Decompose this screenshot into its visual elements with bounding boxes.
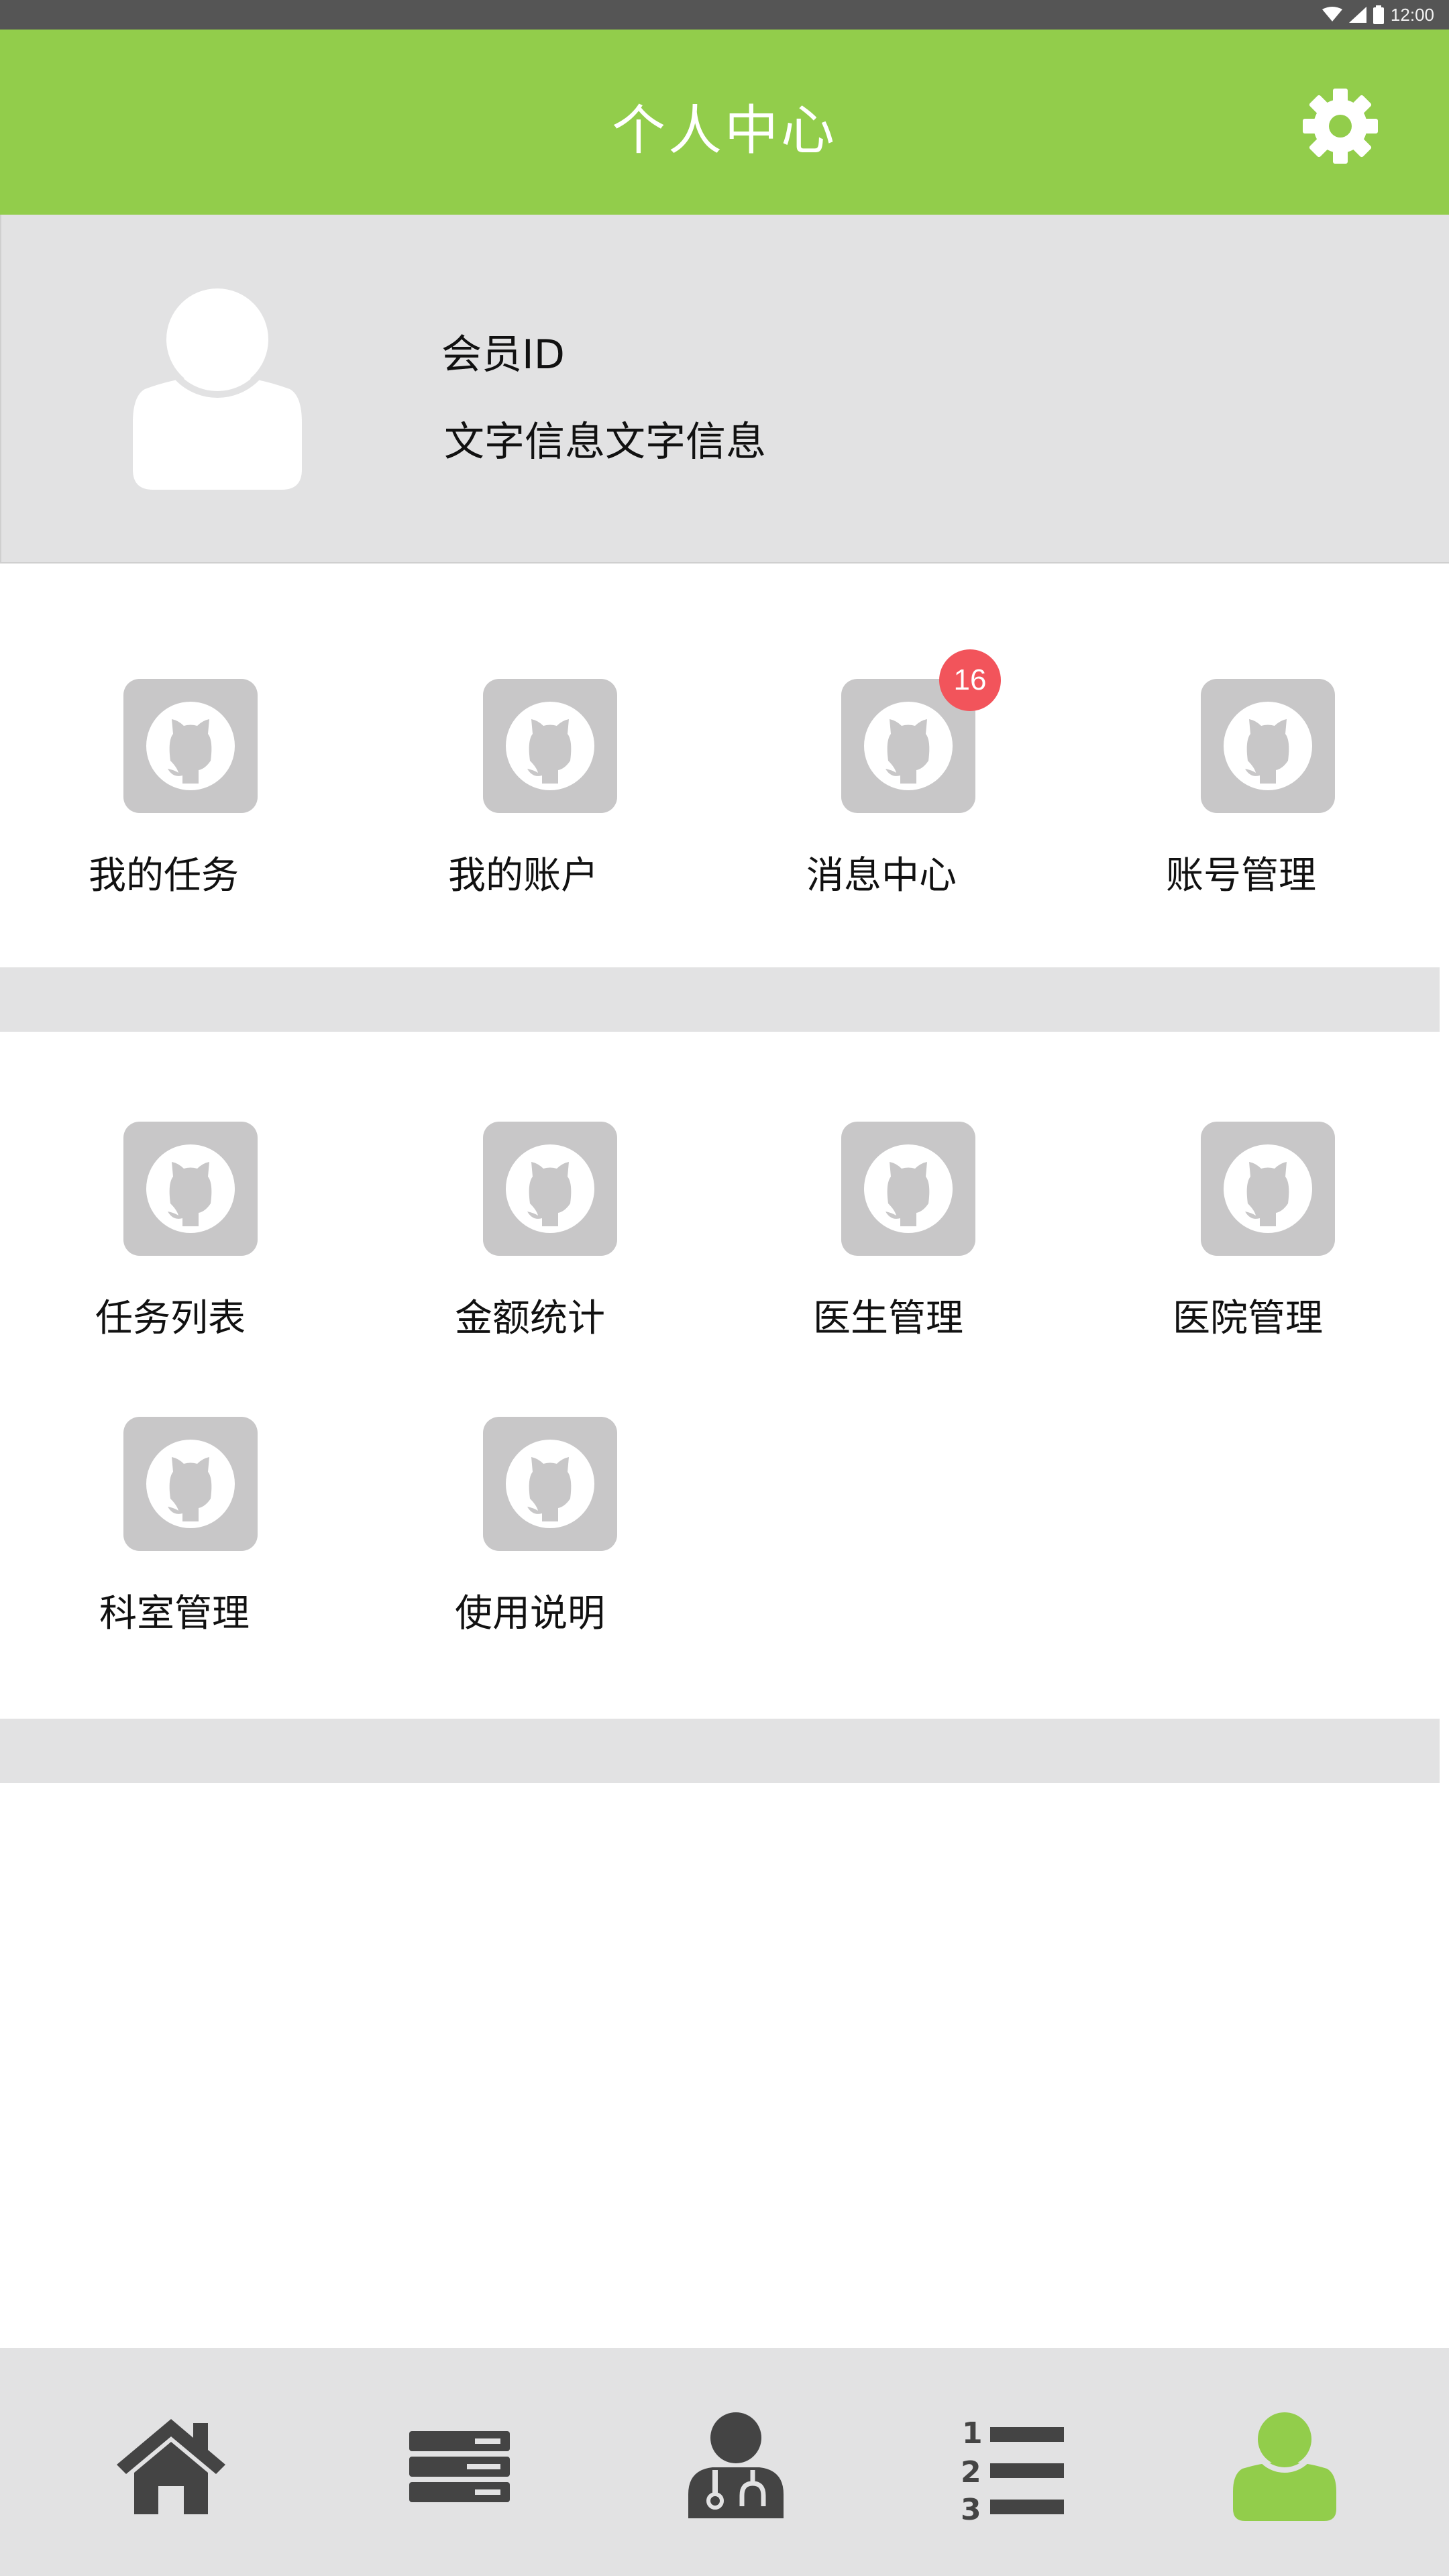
nav-item-home[interactable] [114,2408,228,2522]
github-cat-icon [864,702,953,790]
status-bar: 12:00 [0,0,1449,30]
page-title: 个人中心 [612,99,837,162]
svg-text:2: 2 [961,2455,981,2489]
notification-badge: 16 [939,649,1001,711]
github-cat-icon [146,702,235,790]
github-cat-icon [506,1440,594,1528]
app-header: 个人中心 [0,30,1449,215]
grid-item-hospital-management[interactable]: 医院管理 [1134,1122,1348,1340]
grid-item-label: 医院管理 [1173,1297,1323,1340]
profile-description: 文字信息文字信息 [444,419,766,466]
github-cat-icon [146,1440,235,1528]
tile [123,1417,258,1551]
grid-item-label: 使用说明 [455,1592,605,1635]
github-cat-icon [1224,702,1312,790]
grid-item-label: 科室管理 [99,1592,250,1635]
status-time: 12:00 [1390,4,1434,25]
user-avatar-icon [133,288,302,490]
grid-item-my-tasks[interactable]: 我的任务 [56,679,271,898]
tile [1201,679,1335,813]
battery-icon [1373,5,1384,24]
grid-item-department-management[interactable]: 科室管理 [56,1417,271,1635]
github-cat-icon [506,702,594,790]
tile [483,1417,617,1551]
grid-item-user-guide[interactable]: 使用说明 [416,1417,631,1635]
tile [123,679,258,813]
section-divider [0,1719,1440,1783]
grid-item-label: 我的账户 [448,854,598,898]
member-id: 会员ID [441,331,565,378]
grid-item-label: 医生管理 [813,1297,963,1340]
grid-item-task-list[interactable]: 任务列表 [56,1122,271,1340]
github-cat-icon [1224,1144,1312,1233]
status-icons: 12:00 [1322,3,1434,26]
grid-item-account-management[interactable]: 账号管理 [1134,679,1348,898]
tile [123,1122,258,1256]
wifi-icon [1322,7,1342,21]
section-divider [0,967,1440,1032]
tile [841,1122,975,1256]
nav-item-profile[interactable] [1228,2406,1342,2522]
home-icon [117,2419,225,2514]
doctor-icon [688,2412,784,2518]
nav-item-numbered-list[interactable]: 1 2 3 [955,2408,1069,2527]
grid-item-label: 我的任务 [89,854,239,898]
github-cat-icon [864,1144,953,1233]
grid-item-label: 消息中心 [806,854,957,898]
tile [483,1122,617,1256]
svg-text:3: 3 [961,2493,981,2522]
server-list-icon [409,2431,510,2502]
grid-item-my-account[interactable]: 我的账户 [416,679,631,898]
svg-text:1: 1 [962,2416,983,2451]
gear-icon [1303,89,1378,164]
profile-card[interactable]: 会员ID 文字信息文字信息 [0,215,1449,564]
grid-item-label: 任务列表 [95,1297,246,1340]
grid-item-label: 金额统计 [455,1297,605,1340]
user-icon [1233,2406,1336,2521]
nav-item-list[interactable] [402,2408,517,2522]
numbered-list-icon: 1 2 3 [961,2416,1064,2527]
settings-button[interactable] [1300,86,1381,166]
tile [1201,1122,1335,1256]
github-cat-icon [146,1144,235,1233]
tile [483,679,617,813]
cell-signal-icon [1348,7,1366,23]
github-cat-icon [506,1144,594,1233]
grid-item-doctor-management[interactable]: 医生管理 [774,1122,989,1340]
grid-item-message-center[interactable]: 消息中心 [774,679,989,898]
bottom-nav: 1 2 3 [0,2348,1449,2576]
nav-item-doctor[interactable] [679,2408,793,2522]
grid-item-amount-statistics[interactable]: 金额统计 [416,1122,631,1340]
grid-item-label: 账号管理 [1166,854,1316,898]
